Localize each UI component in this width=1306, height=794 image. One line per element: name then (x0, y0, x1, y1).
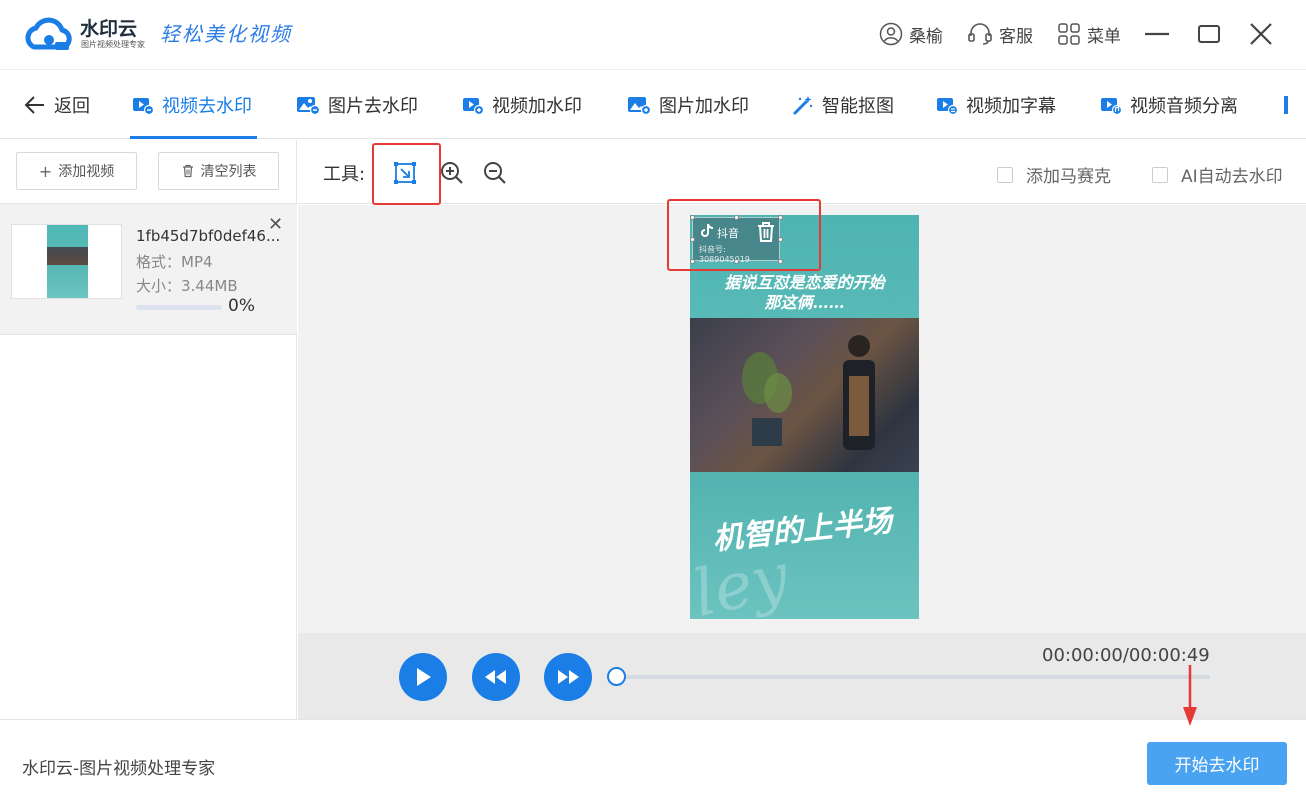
tab-label: 智能抠图 (822, 96, 894, 117)
zoom-in-icon[interactable] (439, 160, 465, 186)
image-add-icon (628, 97, 651, 115)
app-window: 水印云 图片视频处理专家 轻松美化视频 桑榆 客服 菜单 返回 视频去水印 图片… (0, 0, 1306, 794)
add-mosaic-checkbox[interactable]: 添加马赛克 (997, 162, 1111, 187)
headset-icon (968, 23, 992, 45)
tab-label: 视频去水印 (162, 96, 252, 117)
minimize-icon (1145, 32, 1169, 36)
maximize-icon (1198, 25, 1220, 43)
playback-time: 00:00:00/00:00:49 (1042, 645, 1210, 666)
tab-label: 视频加字幕 (966, 96, 1056, 117)
trash-icon (182, 164, 193, 178)
file-list-panel: + 添加视频 清空列表 1fb45d7bf0def46... 格式：MP4 大小… (0, 140, 297, 719)
customer-service-button[interactable]: 客服 (967, 20, 1033, 48)
user-menu[interactable]: 桑榆 (879, 20, 943, 48)
image-remove-icon (297, 97, 320, 115)
checkbox-box (997, 166, 1013, 183)
back-button[interactable]: 返回 (24, 71, 90, 139)
rewind-icon (485, 670, 506, 684)
plant-image (742, 352, 792, 446)
ai-auto-remove-label: AI自动去水印 (1181, 167, 1283, 187)
zoom-out-icon[interactable] (482, 160, 508, 186)
tab-video-add-watermark[interactable]: 视频加水印 (462, 71, 582, 139)
arrow-left-icon (24, 96, 44, 114)
tab-image-remove-watermark[interactable]: 图片去水印 (296, 71, 418, 139)
tool-highlight-box (372, 143, 441, 205)
tab-label: 视频加水印 (492, 96, 582, 117)
play-button[interactable] (399, 653, 447, 701)
tab-image-add-watermark[interactable]: 图片加水印 (627, 71, 749, 139)
tools-label: 工具: (323, 164, 366, 185)
brand-subtitle: 图片视频处理专家 (81, 40, 145, 49)
tab-video-audio-separate[interactable]: 视频音频分离 (1100, 71, 1238, 139)
customer-service-label: 客服 (999, 26, 1033, 47)
progress-bar (136, 305, 222, 310)
slogan: 轻松美化视频 (160, 22, 292, 46)
clear-list-button[interactable]: 清空列表 (158, 152, 279, 190)
maximize-button[interactable] (1195, 20, 1223, 48)
close-icon (1250, 23, 1272, 45)
add-video-button[interactable]: + 添加视频 (16, 152, 137, 190)
more-tabs-indicator[interactable] (1284, 96, 1288, 114)
video-frame[interactable]: 据说互怼是恋爱的开始 那这俩…… ley our 机智的上半场 抖音 抖音号: … (690, 215, 919, 619)
remove-file-icon[interactable]: ✕ (268, 214, 283, 235)
close-window-button[interactable] (1247, 20, 1275, 48)
seek-handle[interactable] (607, 667, 626, 686)
feature-tab-bar: 返回 视频去水印 图片去水印 视频加水印 图片加水印 智能抠图 视频加字幕 视频… (0, 71, 1306, 139)
tool-row: 工具: 添加马赛克 AI自动去水印 (298, 140, 1306, 204)
active-tab-underline (130, 136, 257, 139)
user-icon (879, 22, 903, 46)
add-video-label: 添加视频 (58, 164, 115, 180)
user-name: 桑榆 (909, 26, 943, 47)
menu-label: 菜单 (1087, 26, 1121, 47)
arrow-down-icon (1183, 665, 1197, 726)
clear-list-label: 清空列表 (200, 164, 257, 180)
fast-forward-icon (558, 670, 579, 684)
add-mosaic-label: 添加马赛克 (1026, 167, 1111, 187)
watermark-highlight-box (667, 199, 821, 271)
magic-wand-icon (793, 96, 813, 115)
cloud-logo-icon (25, 17, 72, 50)
grid-menu-icon (1058, 23, 1080, 45)
file-format: 格式：MP4 (136, 253, 213, 271)
title-bar: 水印云 图片视频处理专家 轻松美化视频 桑榆 客服 菜单 (0, 0, 1306, 70)
list-item[interactable]: 1fb45d7bf0def46... 格式：MP4 大小：3.44MB ✕ 0% (0, 203, 297, 335)
tab-smart-cutout[interactable]: 智能抠图 (792, 71, 894, 139)
checkbox-box (1152, 166, 1168, 183)
player-controls: 00:00:00/00:00:49 (298, 633, 1306, 719)
brand-name: 水印云 (80, 18, 138, 40)
tab-video-remove-watermark[interactable]: 视频去水印 (132, 71, 252, 139)
video-subtitle-icon (937, 98, 958, 115)
progress-percent: 0% (228, 296, 255, 316)
fast-forward-button[interactable] (544, 653, 592, 701)
play-icon (417, 668, 431, 686)
plus-icon: + (38, 161, 53, 181)
footer: 水印云-图片视频处理专家 开始去水印 (0, 719, 1306, 794)
video-remove-icon (133, 98, 154, 115)
video-caption-line2: 那这俩…… (764, 293, 845, 312)
tab-label: 视频音频分离 (1130, 96, 1238, 117)
rewind-button[interactable] (472, 653, 520, 701)
video-audio-icon (1101, 98, 1122, 115)
tab-label: 图片加水印 (659, 96, 749, 117)
video-add-icon (463, 98, 484, 115)
file-name: 1fb45d7bf0def46... (136, 227, 281, 245)
menu-button[interactable]: 菜单 (1057, 20, 1121, 48)
video-thumbnail (11, 224, 122, 299)
tab-video-add-subtitle[interactable]: 视频加字幕 (936, 71, 1056, 139)
footer-text: 水印云-图片视频处理专家 (22, 759, 216, 779)
ai-auto-remove-checkbox[interactable]: AI自动去水印 (1152, 162, 1283, 187)
minimize-button[interactable] (1143, 20, 1171, 48)
start-remove-watermark-button[interactable]: 开始去水印 (1147, 742, 1287, 785)
person-image (843, 335, 875, 450)
file-size: 大小：3.44MB (136, 277, 238, 295)
video-scene (690, 318, 919, 472)
seek-bar[interactable] (618, 675, 1210, 679)
tab-label: 图片去水印 (328, 96, 418, 117)
back-label: 返回 (54, 96, 90, 117)
